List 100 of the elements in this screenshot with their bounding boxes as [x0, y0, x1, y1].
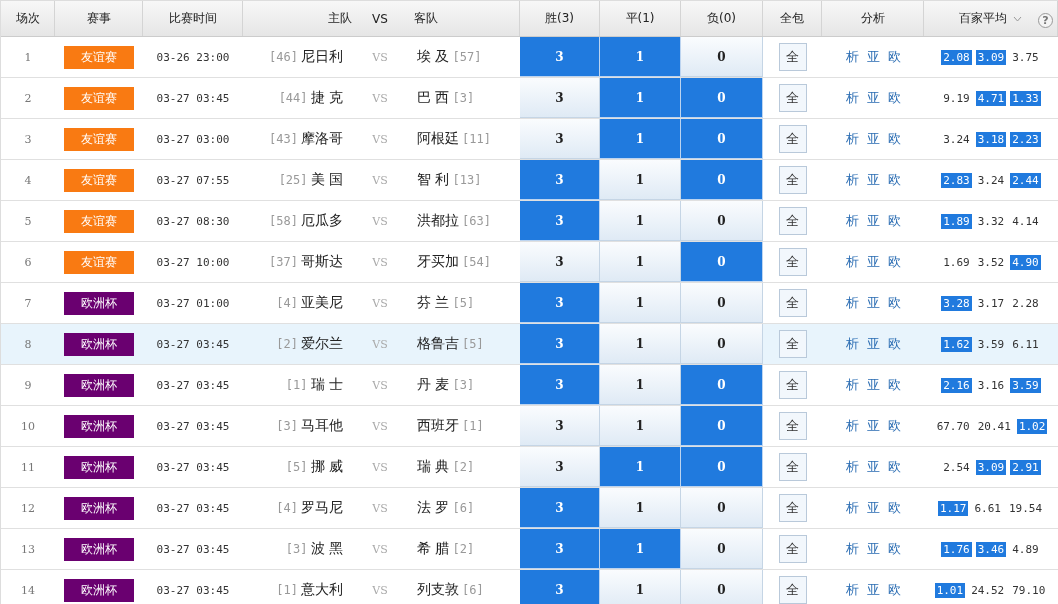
pick-option[interactable]: 3 — [520, 447, 600, 487]
analysis-link[interactable]: 欧 — [887, 458, 901, 476]
select-all-button[interactable]: 全 — [778, 453, 807, 481]
pick-option[interactable]: 3 — [520, 365, 600, 405]
pick-option[interactable]: 1 — [600, 488, 681, 528]
pick-option[interactable]: 3 — [520, 160, 600, 200]
pick-option[interactable]: 0 — [681, 324, 763, 364]
help-icon[interactable]: ? — [1038, 13, 1053, 28]
pick-option[interactable]: 0 — [681, 78, 763, 118]
analysis-link[interactable]: 析 — [845, 253, 859, 271]
analysis-link[interactable]: 亚 — [866, 417, 880, 435]
analysis-link[interactable]: 析 — [845, 417, 859, 435]
select-all-button[interactable]: 全 — [778, 166, 807, 194]
pick-option[interactable]: 3 — [520, 529, 600, 569]
pick-option[interactable]: 0 — [681, 570, 763, 604]
analysis-link[interactable]: 亚 — [866, 499, 880, 517]
league-badge[interactable]: 欧洲杯 — [64, 537, 134, 561]
select-all-button[interactable]: 全 — [778, 576, 807, 604]
pick-option[interactable]: 1 — [600, 242, 681, 282]
pick-option[interactable]: 3 — [520, 488, 600, 528]
analysis-link[interactable]: 亚 — [866, 171, 880, 189]
pick-option[interactable]: 1 — [600, 529, 681, 569]
analysis-link[interactable]: 亚 — [866, 130, 880, 148]
column-header[interactable]: 百家平均 — [959, 10, 1007, 27]
pick-option[interactable]: 3 — [520, 78, 600, 118]
select-all-button[interactable]: 全 — [778, 207, 807, 235]
analysis-link[interactable]: 亚 — [866, 376, 880, 394]
league-badge[interactable]: 欧洲杯 — [64, 291, 134, 315]
pick-option[interactable]: 1 — [600, 78, 681, 118]
pick-option[interactable]: 1 — [600, 201, 681, 241]
pick-option[interactable]: 1 — [600, 447, 681, 487]
select-all-button[interactable]: 全 — [778, 535, 807, 563]
analysis-link[interactable]: 析 — [845, 89, 859, 107]
analysis-link[interactable]: 亚 — [866, 294, 880, 312]
pick-option[interactable]: 3 — [520, 242, 600, 282]
select-all-button[interactable]: 全 — [778, 412, 807, 440]
pick-option[interactable]: 0 — [681, 242, 763, 282]
pick-option[interactable]: 3 — [520, 570, 600, 604]
analysis-link[interactable]: 欧 — [887, 417, 901, 435]
select-all-button[interactable]: 全 — [778, 330, 807, 358]
pick-option[interactable]: 1 — [600, 324, 681, 364]
analysis-link[interactable]: 析 — [845, 335, 859, 353]
pick-option[interactable]: 1 — [600, 365, 681, 405]
select-all-button[interactable]: 全 — [778, 289, 807, 317]
analysis-link[interactable]: 析 — [845, 212, 859, 230]
pick-option[interactable]: 0 — [681, 160, 763, 200]
pick-option[interactable]: 1 — [600, 119, 681, 159]
pick-option[interactable]: 3 — [520, 37, 600, 77]
select-all-button[interactable]: 全 — [778, 84, 807, 112]
pick-option[interactable]: 1 — [600, 37, 681, 77]
analysis-link[interactable]: 析 — [845, 458, 859, 476]
analysis-link[interactable]: 欧 — [887, 581, 901, 599]
analysis-link[interactable]: 亚 — [866, 581, 880, 599]
analysis-link[interactable]: 亚 — [866, 458, 880, 476]
select-all-button[interactable]: 全 — [778, 494, 807, 522]
analysis-link[interactable]: 亚 — [866, 253, 880, 271]
league-badge[interactable]: 欧洲杯 — [64, 414, 134, 438]
select-all-button[interactable]: 全 — [778, 43, 807, 71]
analysis-link[interactable]: 欧 — [887, 499, 901, 517]
chevron-down-icon[interactable] — [1013, 15, 1022, 22]
select-all-button[interactable]: 全 — [778, 125, 807, 153]
pick-option[interactable]: 0 — [681, 201, 763, 241]
analysis-link[interactable]: 析 — [845, 130, 859, 148]
analysis-link[interactable]: 欧 — [887, 171, 901, 189]
pick-option[interactable]: 3 — [520, 283, 600, 323]
pick-option[interactable]: 3 — [520, 201, 600, 241]
league-badge[interactable]: 欧洲杯 — [64, 496, 134, 520]
league-badge[interactable]: 欧洲杯 — [64, 373, 134, 397]
pick-option[interactable]: 1 — [600, 283, 681, 323]
analysis-link[interactable]: 亚 — [866, 212, 880, 230]
analysis-link[interactable]: 欧 — [887, 212, 901, 230]
pick-option[interactable]: 1 — [600, 160, 681, 200]
analysis-link[interactable]: 亚 — [866, 335, 880, 353]
analysis-link[interactable]: 亚 — [866, 48, 880, 66]
analysis-link[interactable]: 欧 — [887, 335, 901, 353]
pick-option[interactable]: 0 — [681, 283, 763, 323]
analysis-link[interactable]: 欧 — [887, 376, 901, 394]
pick-option[interactable]: 0 — [681, 119, 763, 159]
analysis-link[interactable]: 欧 — [887, 540, 901, 558]
pick-option[interactable]: 1 — [600, 570, 681, 604]
select-all-button[interactable]: 全 — [778, 248, 807, 276]
select-all-button[interactable]: 全 — [778, 371, 807, 399]
league-badge[interactable]: 欧洲杯 — [64, 578, 134, 602]
league-badge[interactable]: 欧洲杯 — [64, 455, 134, 479]
pick-option[interactable]: 3 — [520, 406, 600, 446]
analysis-link[interactable]: 析 — [845, 294, 859, 312]
analysis-link[interactable]: 欧 — [887, 294, 901, 312]
pick-option[interactable]: 3 — [520, 324, 600, 364]
pick-option[interactable]: 0 — [681, 365, 763, 405]
pick-option[interactable]: 0 — [681, 529, 763, 569]
analysis-link[interactable]: 析 — [845, 581, 859, 599]
analysis-link[interactable]: 亚 — [866, 89, 880, 107]
league-badge[interactable]: 欧洲杯 — [64, 332, 134, 356]
analysis-link[interactable]: 欧 — [887, 48, 901, 66]
analysis-link[interactable]: 析 — [845, 376, 859, 394]
analysis-link[interactable]: 析 — [845, 540, 859, 558]
analysis-link[interactable]: 欧 — [887, 89, 901, 107]
analysis-link[interactable]: 析 — [845, 48, 859, 66]
analysis-link[interactable]: 析 — [845, 499, 859, 517]
pick-option[interactable]: 3 — [520, 119, 600, 159]
